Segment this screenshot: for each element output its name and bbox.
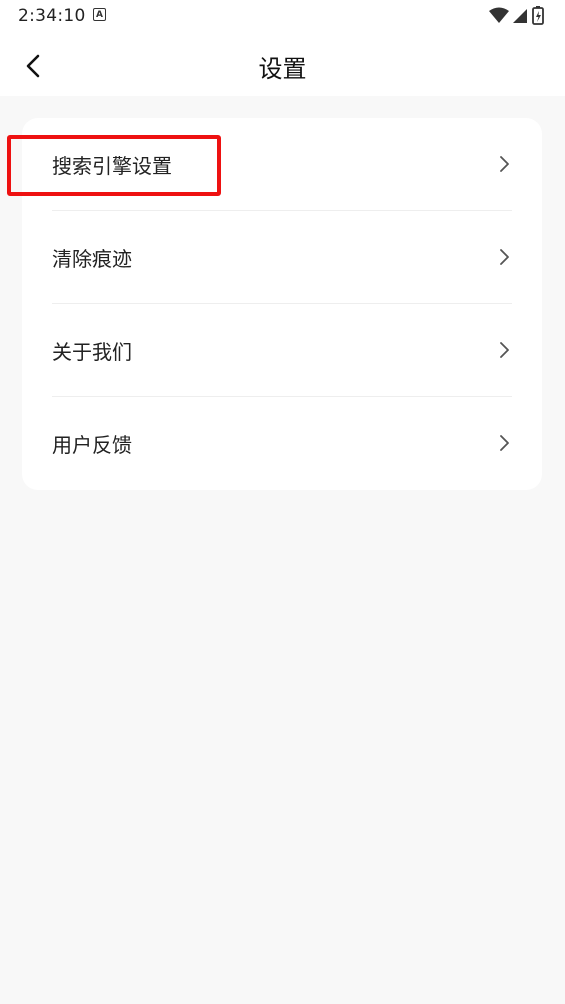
settings-item-label: 用户反馈 [52,432,132,457]
wifi-icon [489,7,509,23]
settings-item-about-us[interactable]: 关于我们 [52,304,512,396]
header: 设置 [0,34,565,96]
settings-item-search-engine[interactable]: 搜索引擎设置 [52,118,512,210]
chevron-right-icon [500,435,509,451]
battery-icon [532,6,544,25]
status-time: 2:34:10 [18,6,86,26]
signal-icon [513,9,527,23]
settings-item-clear-history[interactable]: 清除痕迹 [52,211,512,303]
status-icons [489,6,544,25]
settings-item-feedback[interactable]: 用户反馈 [52,397,512,489]
notification-badge: A [93,8,106,21]
settings-item-label: 关于我们 [52,339,132,364]
status-bar: 2:34:10 A [0,0,565,34]
settings-item-label: 清除痕迹 [52,246,132,271]
chevron-right-icon [500,156,509,172]
chevron-right-icon [500,249,509,265]
settings-item-label: 搜索引擎设置 [52,153,172,178]
page-title: 设置 [258,55,307,83]
settings-card: 搜索引擎设置 清除痕迹 关于我们 用户反馈 [22,118,542,490]
chevron-right-icon [500,342,509,358]
